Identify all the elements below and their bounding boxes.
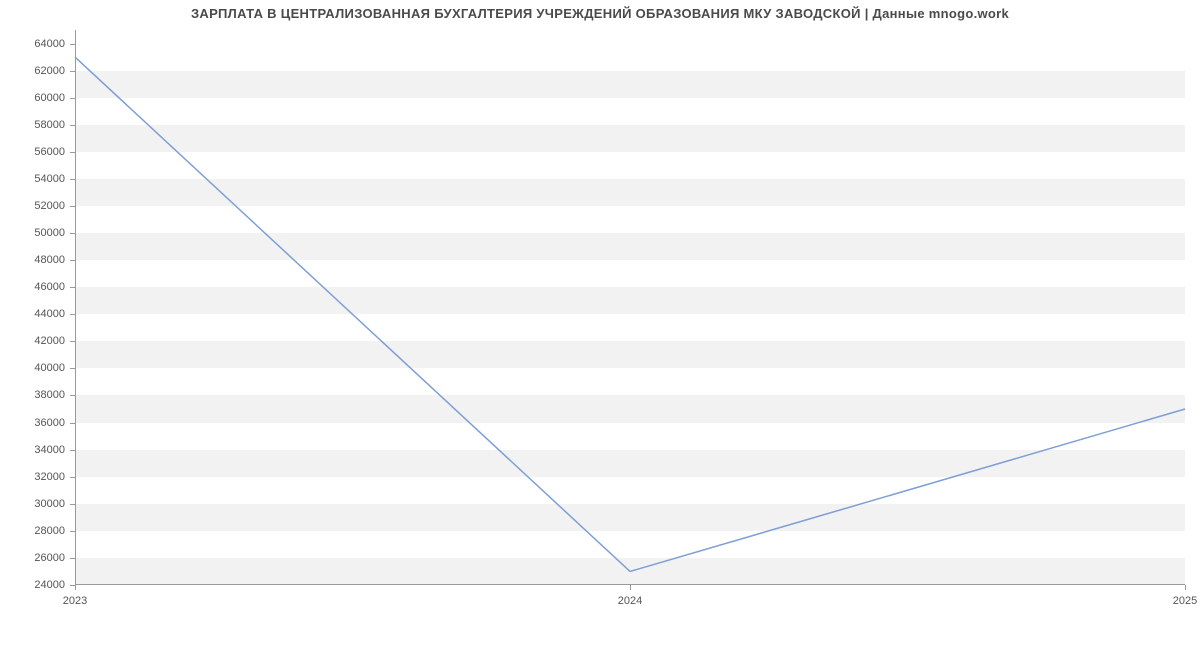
y-tick-mark — [70, 314, 75, 315]
y-tick-mark — [70, 179, 75, 180]
y-tick-mark — [70, 44, 75, 45]
x-tick-label: 2023 — [63, 595, 87, 607]
y-tick-mark — [70, 395, 75, 396]
x-tick-mark — [630, 585, 631, 590]
y-tick-label: 58000 — [34, 119, 65, 131]
y-tick-label: 38000 — [34, 389, 65, 401]
y-tick-label: 24000 — [34, 579, 65, 591]
x-tick-label: 2024 — [618, 595, 642, 607]
y-tick-label: 26000 — [34, 552, 65, 564]
y-tick-label: 54000 — [34, 173, 65, 185]
y-tick-mark — [70, 531, 75, 532]
y-tick-label: 42000 — [34, 335, 65, 347]
y-tick-label: 44000 — [34, 308, 65, 320]
y-tick-mark — [70, 477, 75, 478]
y-tick-mark — [70, 233, 75, 234]
line-chart-svg — [75, 30, 1185, 585]
x-tick-mark — [75, 585, 76, 590]
y-tick-mark — [70, 450, 75, 451]
y-tick-label: 28000 — [34, 525, 65, 537]
y-tick-mark — [70, 71, 75, 72]
y-tick-label: 56000 — [34, 146, 65, 158]
y-tick-label: 34000 — [34, 444, 65, 456]
y-tick-label: 52000 — [34, 200, 65, 212]
y-tick-mark — [70, 98, 75, 99]
y-tick-label: 48000 — [34, 254, 65, 266]
y-tick-label: 36000 — [34, 417, 65, 429]
y-tick-label: 32000 — [34, 471, 65, 483]
y-tick-mark — [70, 152, 75, 153]
y-tick-label: 60000 — [34, 92, 65, 104]
chart-title: ЗАРПЛАТА В ЦЕНТРАЛИЗОВАННАЯ БУХГАЛТЕРИЯ … — [0, 6, 1200, 21]
x-tick-mark — [1185, 585, 1186, 590]
y-tick-label: 46000 — [34, 281, 65, 293]
y-tick-mark — [70, 125, 75, 126]
y-tick-mark — [70, 504, 75, 505]
y-tick-mark — [70, 368, 75, 369]
y-tick-mark — [70, 260, 75, 261]
x-tick-label: 2025 — [1173, 595, 1197, 607]
data-line — [75, 57, 1185, 571]
y-tick-label: 50000 — [34, 227, 65, 239]
y-tick-mark — [70, 206, 75, 207]
y-tick-label: 62000 — [34, 65, 65, 77]
y-tick-mark — [70, 558, 75, 559]
y-tick-label: 40000 — [34, 362, 65, 374]
y-tick-label: 30000 — [34, 498, 65, 510]
plot-area: 2400026000280003000032000340003600038000… — [75, 30, 1185, 585]
y-tick-mark — [70, 287, 75, 288]
y-tick-mark — [70, 341, 75, 342]
y-tick-mark — [70, 423, 75, 424]
y-tick-label: 64000 — [34, 38, 65, 50]
